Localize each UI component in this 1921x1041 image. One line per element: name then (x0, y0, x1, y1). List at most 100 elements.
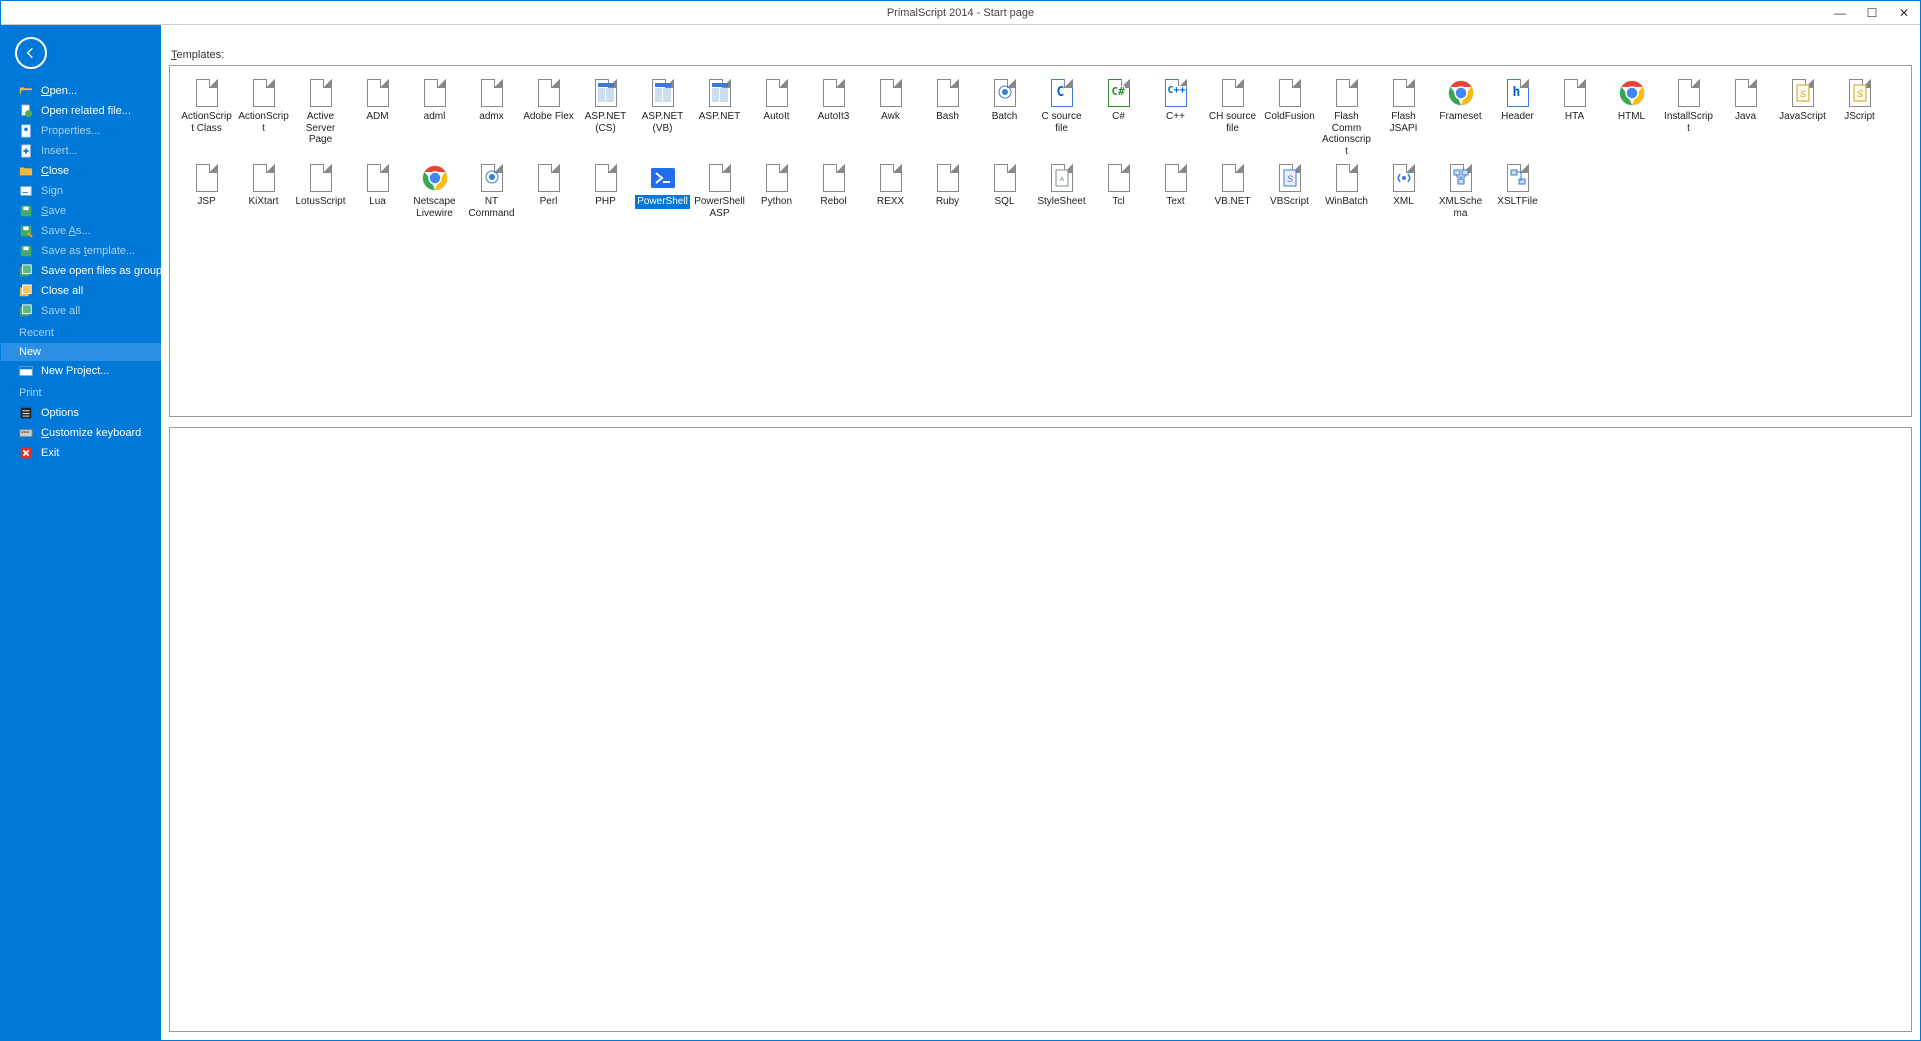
template-lotusscript[interactable]: LotusScript (292, 161, 349, 223)
template-adm[interactable]: ADM (349, 76, 406, 161)
template-flash-comm-actionscript[interactable]: Flash Comm Actionscript (1318, 76, 1375, 161)
menu-customize-keyboard[interactable]: Customize keyboard (1, 423, 161, 443)
template-label: PowerShell (635, 195, 690, 209)
window-controls: — ☐ ✕ (1824, 1, 1920, 24)
template-autoit3[interactable]: AutoIt3 (805, 76, 862, 161)
template-frameset[interactable]: Frameset (1432, 76, 1489, 161)
template-coldfusion[interactable]: ColdFusion (1261, 76, 1318, 161)
content-area: Templates: ActionScript ClassActionScrip… (161, 25, 1920, 1040)
menu-save-as: Save As... (1, 221, 161, 241)
template-admx[interactable]: admx (463, 76, 520, 161)
menu-new-project[interactable]: New Project... (1, 361, 161, 381)
template-hta[interactable]: HTA (1546, 76, 1603, 161)
template-label: JavaScript (1777, 110, 1828, 124)
template-label: Bash (934, 110, 961, 124)
template-label: Perl (538, 195, 560, 209)
template-icon (1504, 164, 1532, 192)
templates-list[interactable]: ActionScript ClassActionScriptActive Ser… (169, 65, 1912, 417)
template-icon (1390, 79, 1418, 107)
menu-open[interactable]: Open... (1, 81, 161, 101)
template-netscape-livewire[interactable]: Netscape Livewire (406, 161, 463, 223)
template-batch[interactable]: Batch (976, 76, 1033, 161)
template-asp-net[interactable]: ASP.NET (691, 76, 748, 161)
doc-refresh-icon (19, 104, 33, 118)
template-autoit[interactable]: AutoIt (748, 76, 805, 161)
template-rexx[interactable]: REXX (862, 161, 919, 223)
template-label: JScript (1842, 110, 1877, 124)
template-kixtart[interactable]: KiXtart (235, 161, 292, 223)
template-html[interactable]: HTML (1603, 76, 1660, 161)
template-icon (307, 79, 335, 107)
template-flash-jsapi[interactable]: Flash JSAPI (1375, 76, 1432, 161)
template-icon (934, 164, 962, 192)
template-c[interactable]: C#C# (1090, 76, 1147, 161)
template-vbscript[interactable]: SVBScript (1261, 161, 1318, 223)
options-icon (19, 406, 33, 420)
template-awk[interactable]: Awk (862, 76, 919, 161)
maximize-button[interactable]: ☐ (1856, 1, 1888, 24)
menu-close-all[interactable]: Close all (1, 281, 161, 301)
template-label: C source file (1034, 110, 1089, 135)
template-icon (193, 79, 221, 107)
template-bash[interactable]: Bash (919, 76, 976, 161)
template-header[interactable]: h Header (1489, 76, 1546, 161)
menu-label: Save as template... (41, 245, 135, 257)
template-asp-net-vb[interactable]: ASP.NET (VB) (634, 76, 691, 161)
close-button[interactable]: ✕ (1888, 1, 1920, 24)
template-text[interactable]: Text (1147, 161, 1204, 223)
template-label: Rebol (818, 195, 848, 209)
template-vb-net[interactable]: VB.NET (1204, 161, 1261, 223)
menu-label: Save As... (41, 225, 91, 237)
template-ch-source-file[interactable]: CH source file (1204, 76, 1261, 161)
template-jsp[interactable]: JSP (178, 161, 235, 223)
template-xml[interactable]: XML (1375, 161, 1432, 223)
template-jscript[interactable]: SJScript (1831, 76, 1888, 161)
template-lua[interactable]: Lua (349, 161, 406, 223)
template-label: Header (1499, 110, 1536, 124)
template-icon: C++ (1162, 79, 1190, 107)
template-active-server-page[interactable]: Active Server Page (292, 76, 349, 161)
menu-options[interactable]: Options (1, 403, 161, 423)
template-ruby[interactable]: Ruby (919, 161, 976, 223)
menu-new[interactable]: New (1, 343, 161, 361)
template-xsltfile[interactable]: XSLTFile (1489, 161, 1546, 223)
template-c-source-file[interactable]: CC source file (1033, 76, 1090, 161)
template-powershell[interactable]: PowerShell (634, 161, 691, 223)
template-label: InstallScript (1661, 110, 1716, 135)
template-java[interactable]: Java (1717, 76, 1774, 161)
template-php[interactable]: PHP (577, 161, 634, 223)
template-rebol[interactable]: Rebol (805, 161, 862, 223)
template-icon (706, 164, 734, 192)
template-nt-command[interactable]: NT Command (463, 161, 520, 223)
template-perl[interactable]: Perl (520, 161, 577, 223)
template-xmlschema[interactable]: XMLSchema (1432, 161, 1489, 223)
template-label: adml (422, 110, 448, 124)
template-winbatch[interactable]: WinBatch (1318, 161, 1375, 223)
template-actionscript-class[interactable]: ActionScript Class (178, 76, 235, 161)
menu-save-open-files-as-group[interactable]: Save open files as group... (1, 261, 161, 281)
template-label: ActionScript (236, 110, 291, 135)
template-adml[interactable]: adml (406, 76, 463, 161)
template-adobe-flex[interactable]: Adobe Flex (520, 76, 577, 161)
menu-close[interactable]: Close (1, 161, 161, 181)
minimize-button[interactable]: — (1824, 1, 1856, 24)
template-stylesheet[interactable]: AStyleSheet (1033, 161, 1090, 223)
template-installscript[interactable]: InstallScript (1660, 76, 1717, 161)
template-icon (364, 164, 392, 192)
template-icon: h (1504, 79, 1532, 107)
template-python[interactable]: Python (748, 161, 805, 223)
template-powershellasp[interactable]: PowerShellASP (691, 161, 748, 223)
template-actionscript[interactable]: ActionScript (235, 76, 292, 161)
template-javascript[interactable]: SJavaScript (1774, 76, 1831, 161)
template-tcl[interactable]: Tcl (1090, 161, 1147, 223)
template-label: PHP (593, 195, 618, 209)
template-label: AutoIt3 (816, 110, 852, 124)
template-sql[interactable]: SQL (976, 161, 1033, 223)
back-button[interactable] (15, 37, 47, 69)
template-asp-net-cs[interactable]: ASP.NET (CS) (577, 76, 634, 161)
menu-label: Save (41, 205, 66, 217)
template-label: NT Command (464, 195, 519, 220)
menu-open-related-file[interactable]: Open related file... (1, 101, 161, 121)
template-c[interactable]: C++C++ (1147, 76, 1204, 161)
menu-exit[interactable]: Exit (1, 443, 161, 463)
